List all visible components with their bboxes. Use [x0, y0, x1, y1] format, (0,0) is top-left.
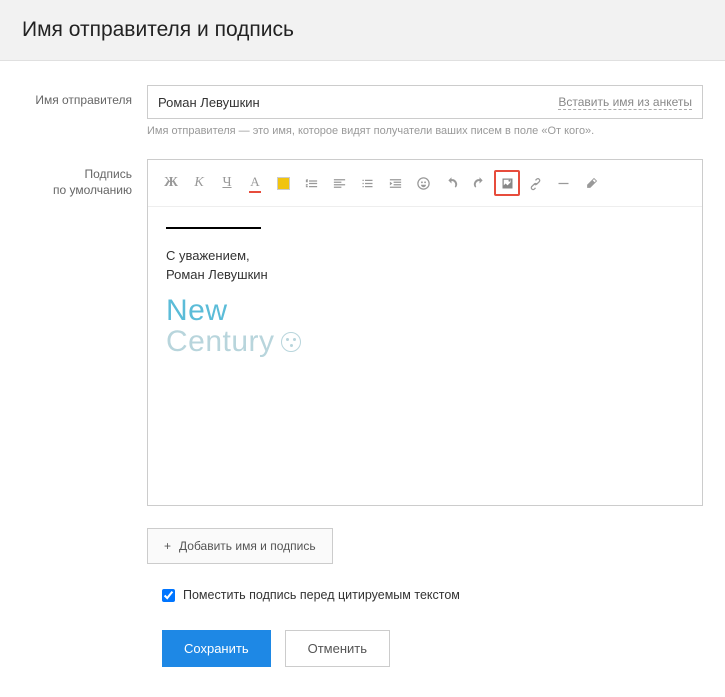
- add-signature-button[interactable]: + Добавить имя и подпись: [147, 528, 333, 564]
- hr-icon: [556, 176, 571, 191]
- settings-form: Имя отправителя Вставить имя из анкеты И…: [0, 61, 725, 697]
- logo-bottom-text: Century: [166, 326, 275, 358]
- sender-field-col: Вставить имя из анкеты Имя отправителя —…: [147, 85, 703, 153]
- signature-divider: [166, 227, 261, 229]
- page-header: Имя отправителя и подпись: [0, 0, 725, 61]
- sender-row: Имя отправителя Вставить имя из анкеты И…: [22, 85, 703, 153]
- list-icon: [360, 176, 375, 191]
- text-color-button[interactable]: А: [242, 170, 268, 196]
- logo-circle-icon: [281, 332, 301, 352]
- redo-icon: [472, 176, 487, 191]
- italic-button[interactable]: К: [186, 170, 212, 196]
- sender-hint: Имя отправителя — это имя, которое видят…: [147, 125, 703, 137]
- signature-label-line1: Подпись: [85, 167, 133, 181]
- indent-button[interactable]: [382, 170, 408, 196]
- hr-button[interactable]: [550, 170, 576, 196]
- sender-input-wrap: Вставить имя из анкеты: [147, 85, 703, 119]
- plus-icon: +: [164, 539, 171, 553]
- emoji-button[interactable]: [410, 170, 436, 196]
- indent-icon: [388, 176, 403, 191]
- signature-name: Роман Левушкин: [166, 267, 268, 282]
- logo-word-top: New: [166, 295, 684, 327]
- insert-image-button[interactable]: [494, 170, 520, 196]
- eraser-icon: [584, 176, 599, 191]
- align-button[interactable]: [326, 170, 352, 196]
- sender-name-input[interactable]: [158, 95, 558, 110]
- text-color-swatch-icon: [249, 191, 261, 193]
- text-color-letter: А: [250, 174, 259, 190]
- font-size-icon: [304, 176, 319, 191]
- bg-color-button[interactable]: [270, 170, 296, 196]
- logo-word-bottom: Century: [166, 326, 684, 358]
- undo-icon: [444, 176, 459, 191]
- redo-button[interactable]: [466, 170, 492, 196]
- align-icon: [332, 176, 347, 191]
- bg-color-swatch-icon: [277, 177, 290, 190]
- signature-field-col: Ж К Ч А: [147, 159, 703, 564]
- place-before-quote-checkbox[interactable]: [162, 589, 175, 602]
- editor-toolbar: Ж К Ч А: [148, 160, 702, 207]
- undo-button[interactable]: [438, 170, 464, 196]
- signature-label: Подпись по умолчанию: [22, 159, 147, 564]
- add-signature-label: Добавить имя и подпись: [179, 539, 316, 553]
- insert-from-profile-link[interactable]: Вставить имя из анкеты: [558, 95, 692, 110]
- link-button[interactable]: [522, 170, 548, 196]
- editor-body[interactable]: С уважением, Роман Левушкин New Century: [148, 207, 702, 505]
- signature-editor: Ж К Ч А: [147, 159, 703, 506]
- list-button[interactable]: [354, 170, 380, 196]
- signature-row: Подпись по умолчанию Ж К Ч А: [22, 159, 703, 564]
- image-icon: [500, 176, 515, 191]
- signature-label-line2: по умолчанию: [53, 183, 132, 197]
- page-title: Имя отправителя и подпись: [22, 18, 703, 42]
- clear-format-button[interactable]: [578, 170, 604, 196]
- signature-text: С уважением, Роман Левушкин: [166, 247, 684, 285]
- underline-button[interactable]: Ч: [214, 170, 240, 196]
- link-icon: [528, 176, 543, 191]
- place-before-quote-row: Поместить подпись перед цитируемым текст…: [162, 588, 703, 602]
- signature-logo: New Century: [166, 295, 684, 358]
- bold-button[interactable]: Ж: [158, 170, 184, 196]
- emoji-icon: [416, 176, 431, 191]
- font-size-button[interactable]: [298, 170, 324, 196]
- sender-label: Имя отправителя: [22, 85, 147, 153]
- place-before-quote-label: Поместить подпись перед цитируемым текст…: [183, 588, 460, 602]
- signature-greeting: С уважением,: [166, 248, 250, 263]
